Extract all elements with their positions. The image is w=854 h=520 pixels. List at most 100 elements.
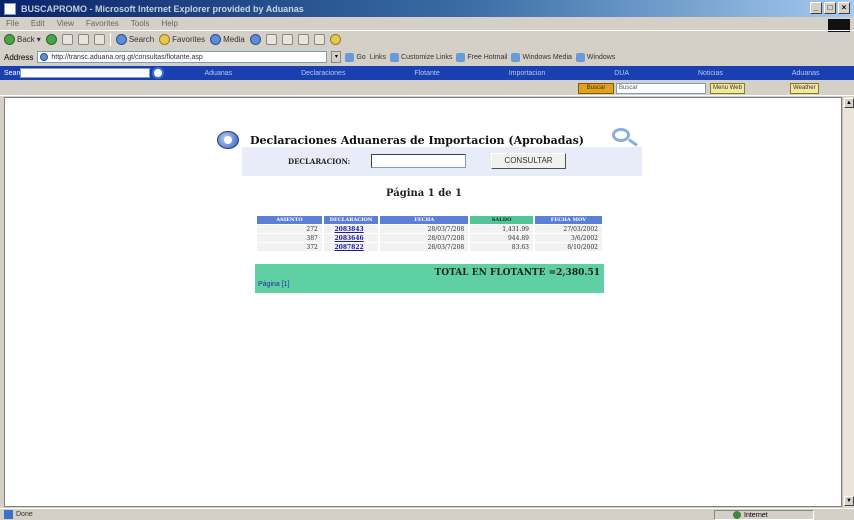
refresh-icon[interactable] [77, 34, 89, 45]
consultar-button[interactable]: CONSULTAR [491, 153, 566, 169]
table-row: 272 2083843 28/03/7/208 1,431.99 27/03/2… [257, 225, 602, 233]
buscar-tag-button[interactable]: Buscar [578, 83, 614, 94]
menu-tools[interactable]: Tools [131, 19, 150, 28]
site-search-go-icon[interactable] [152, 67, 164, 79]
favorites-button[interactable]: Favorites [159, 34, 205, 45]
toolbar: Back ▾ Search Favorites Media [0, 30, 854, 48]
page-title: Declaraciones Aduaneras de Importacion (… [250, 134, 584, 147]
table-header-row: ASIENTO DECLARACION FECHA SALDO FECHA MO… [257, 216, 602, 224]
close-button[interactable]: × [838, 2, 850, 14]
page-indicator: Página 1 de 1 [386, 188, 462, 199]
address-dropdown-icon[interactable]: ▾ [331, 51, 342, 63]
menu-edit[interactable]: Edit [31, 19, 45, 28]
declaracion-label: DECLARACION: [288, 157, 351, 166]
cell-fecha-mov: 3/6/2002 [534, 234, 602, 242]
total-box: TOTAL EN FLOTANTE =2,380.51 Página [1] [255, 264, 604, 293]
status-text: Done [16, 511, 33, 518]
menu-file[interactable]: File [6, 19, 19, 28]
scroll-down-icon[interactable]: ▼ [844, 496, 854, 506]
menu-favorites[interactable]: Favorites [86, 19, 119, 28]
column-header: FECHA [380, 216, 469, 224]
back-circle-icon[interactable] [217, 131, 239, 149]
cell-saldo: 1,431.99 [470, 225, 533, 233]
site-search-label: Search [4, 69, 27, 77]
stop-icon[interactable] [61, 34, 73, 45]
address-label: Address [4, 52, 34, 62]
secondary-toolbar: Buscar Buscar Menu Web Weather [0, 80, 854, 96]
link-icon [575, 52, 585, 62]
messenger-icon[interactable] [329, 34, 341, 45]
minimize-button[interactable]: _ [810, 2, 822, 14]
history-icon[interactable] [249, 34, 261, 45]
cell-saldo: 944.89 [470, 234, 533, 242]
page-icon [40, 53, 49, 61]
back-button[interactable]: Back ▾ [4, 34, 41, 45]
link-customize[interactable]: Customize Links [390, 52, 452, 62]
site-nav-bar: Search Aduanas Declaraciones Flotante Im… [0, 66, 854, 80]
site-search-input[interactable] [20, 68, 150, 78]
menu-view[interactable]: View [57, 19, 74, 28]
site-nav-item[interactable]: Noticias [698, 70, 723, 77]
site-nav-item[interactable]: DUA [614, 70, 629, 77]
cell-fecha-mov: 27/03/2002 [534, 225, 602, 233]
ie-logo-icon [4, 2, 16, 15]
link-windows[interactable]: Windows [575, 52, 615, 62]
edit-icon[interactable] [297, 34, 309, 45]
go-button[interactable]: Go [345, 52, 366, 62]
site-nav-item[interactable]: Importacion [509, 70, 546, 77]
declaracion-link[interactable]: 2083843 [323, 225, 379, 233]
home-icon[interactable] [93, 34, 105, 45]
menu-web-button[interactable]: Menu Web [710, 83, 745, 94]
menu-help[interactable]: Help [161, 19, 177, 28]
cell-asiento: 372 [257, 243, 322, 251]
vertical-scrollbar[interactable]: ▲ ▼ [842, 97, 854, 507]
page-done-icon [4, 510, 13, 519]
secondary-search-input[interactable]: Buscar [616, 83, 706, 94]
link-windows-media[interactable]: Windows Media [511, 52, 572, 62]
cell-fecha: 28/03/7/208 [380, 243, 469, 251]
security-zone: Internet [714, 510, 814, 520]
query-form: DECLARACION: CONSULTAR [242, 147, 642, 176]
star-icon [159, 34, 171, 45]
cell-fecha-mov: 8/10/2002 [534, 243, 602, 251]
scroll-up-icon[interactable]: ▲ [844, 98, 854, 108]
site-nav-item[interactable]: Flotante [414, 70, 439, 77]
window-title: BUSCAPROMO - Microsoft Internet Explorer… [21, 3, 304, 14]
column-header: ASIENTO [257, 216, 322, 224]
status-bar: Done Internet [0, 508, 854, 520]
column-header: SALDO [470, 216, 533, 224]
link-icon [456, 52, 466, 62]
site-nav-item[interactable]: Aduanas [792, 70, 820, 77]
magnifier-icon[interactable] [612, 128, 630, 142]
pagination-link[interactable]: Página [1] [258, 281, 290, 288]
cell-saldo: 83.63 [470, 243, 533, 251]
site-nav-item[interactable]: Declaraciones [301, 70, 345, 77]
cell-fecha: 28/03/7/208 [380, 234, 469, 242]
maximize-button[interactable]: □ [824, 2, 836, 14]
column-header: DECLARACION [323, 216, 379, 224]
discuss-icon[interactable] [313, 34, 325, 45]
media-button[interactable]: Media [210, 34, 245, 45]
declaracion-link[interactable]: 2083646 [323, 234, 379, 242]
links-label: Links [369, 53, 387, 61]
address-bar: Address http://transc.aduana.org.gt/cons… [0, 49, 854, 65]
back-arrow-icon [4, 34, 15, 45]
browser-window: BUSCAPROMO - Microsoft Internet Explorer… [0, 0, 854, 520]
weather-button[interactable]: Weather [790, 83, 819, 94]
forward-arrow-icon [45, 34, 57, 45]
total-flotante: TOTAL EN FLOTANTE =2,380.51 [434, 268, 600, 278]
declaracion-link[interactable]: 2087822 [323, 243, 379, 251]
forward-button[interactable] [45, 34, 57, 45]
go-arrow-icon [345, 52, 355, 62]
cell-fecha: 28/03/7/208 [380, 225, 469, 233]
cell-asiento: 387 [257, 234, 322, 242]
link-hotmail[interactable]: Free Hotmail [456, 52, 507, 62]
search-button[interactable]: Search [115, 34, 154, 45]
address-input[interactable]: http://transc.aduana.org.gt/consultas/fl… [37, 51, 328, 63]
site-nav-item[interactable]: Aduanas [204, 70, 232, 77]
print-icon[interactable] [281, 34, 293, 45]
table-row: 387 2083646 28/03/7/208 944.89 3/6/2002 [257, 234, 602, 242]
title-bar: BUSCAPROMO - Microsoft Internet Explorer… [0, 0, 854, 17]
mail-icon[interactable] [265, 34, 277, 45]
declaracion-input[interactable] [371, 154, 466, 168]
